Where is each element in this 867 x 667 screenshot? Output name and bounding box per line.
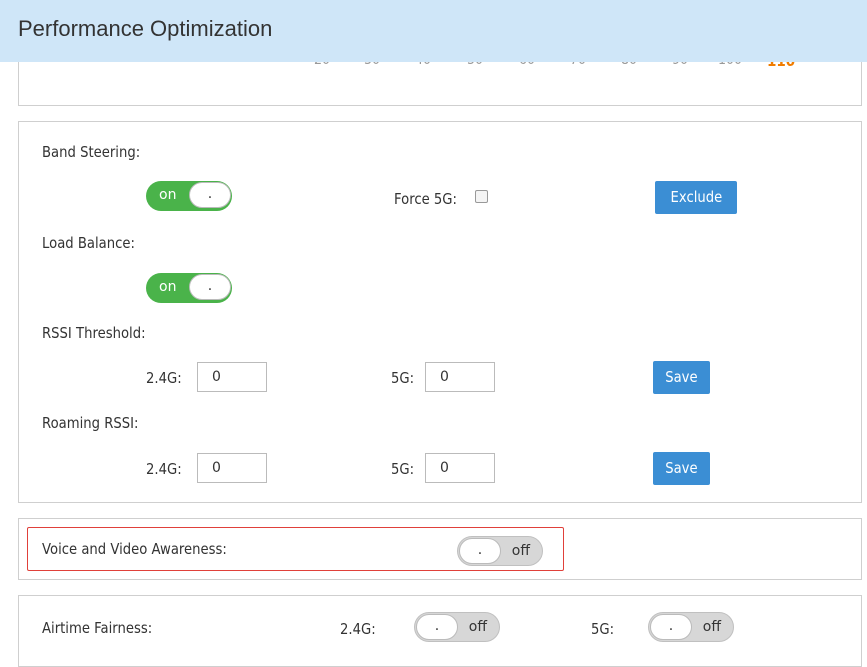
voice-video-toggle[interactable]: . off: [457, 536, 543, 566]
rssi-threshold-save-button[interactable]: Save: [653, 361, 710, 394]
airtime-24g-label: 2.4G:: [340, 620, 376, 638]
band-steering-card: [18, 121, 862, 503]
band-steering-toggle[interactable]: on .: [146, 181, 232, 211]
rssi-threshold-24g-input[interactable]: 0: [197, 362, 267, 392]
save-button-label: Save: [665, 368, 698, 386]
roaming-rssi-5g-input[interactable]: 0: [425, 453, 495, 483]
airtime-24g-toggle[interactable]: . off: [414, 612, 500, 642]
rssi-threshold-24g-label: 2.4G:: [146, 369, 182, 387]
toggle-text: on: [159, 187, 177, 203]
force-5g-label: Force 5G:: [394, 190, 457, 208]
airtime-fairness-label: Airtime Fairness:: [42, 619, 153, 637]
toggle-knob: .: [189, 274, 231, 300]
rssi-threshold-5g-label: 5G:: [391, 369, 415, 387]
page-title: Performance Optimization: [18, 16, 273, 41]
voice-video-label: Voice and Video Awareness:: [42, 540, 227, 558]
toggle-knob: .: [650, 614, 692, 640]
toggle-text: on: [159, 279, 177, 295]
airtime-5g-toggle[interactable]: . off: [648, 612, 734, 642]
save-button-label: Save: [665, 459, 698, 477]
band-steering-label: Band Steering:: [42, 143, 141, 161]
toggle-knob: .: [416, 614, 458, 640]
toggle-text: off: [468, 619, 487, 635]
toggle-knob: .: [189, 182, 231, 208]
page-header: Performance Optimization: [0, 0, 867, 62]
roaming-rssi-24g-input[interactable]: 0: [197, 453, 267, 483]
toggle-text: off: [511, 543, 530, 559]
force-5g-checkbox[interactable]: [475, 190, 488, 203]
load-balance-toggle[interactable]: on .: [146, 273, 232, 303]
roaming-rssi-5g-label: 5G:: [391, 460, 415, 478]
toggle-knob: .: [459, 538, 501, 564]
rssi-threshold-5g-input[interactable]: 0: [425, 362, 495, 392]
rssi-threshold-label: RSSI Threshold:: [42, 324, 146, 342]
exclude-button-label: Exclude: [670, 188, 722, 206]
load-balance-label: Load Balance:: [42, 234, 135, 252]
airtime-5g-label: 5G:: [591, 620, 615, 638]
toggle-text: off: [702, 619, 721, 635]
roaming-rssi-save-button[interactable]: Save: [653, 452, 710, 485]
exclude-button[interactable]: Exclude: [655, 181, 737, 214]
roaming-rssi-24g-label: 2.4G:: [146, 460, 182, 478]
roaming-rssi-label: Roaming RSSI:: [42, 414, 139, 432]
